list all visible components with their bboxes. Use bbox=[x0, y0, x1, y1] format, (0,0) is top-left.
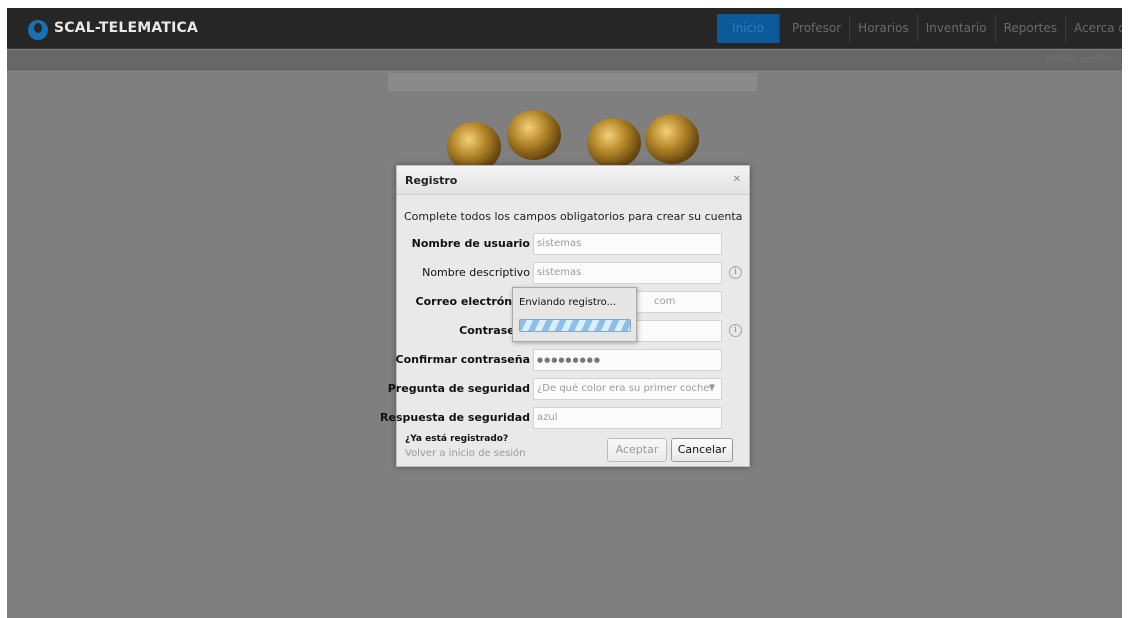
bell-image bbox=[587, 118, 641, 168]
security-answer-label: Respuesta de seguridad bbox=[380, 411, 530, 424]
nav-item-acerca-de[interactable]: Acerca de bbox=[1066, 14, 1122, 43]
cancel-button[interactable]: Cancelar bbox=[671, 438, 733, 462]
dialog-intro: Complete todos los campos obligatorios p… bbox=[404, 210, 743, 223]
back-to-login-link[interactable]: Volver a inicio de sesión bbox=[405, 448, 526, 459]
close-icon[interactable]: ✕ bbox=[733, 174, 741, 185]
display-name-label: Nombre descriptivo bbox=[422, 266, 530, 279]
security-answer-row: Respuesta de seguridad azul bbox=[380, 407, 751, 429]
security-question-select[interactable]: ¿De qué color era su primer coche? ▼ bbox=[533, 378, 722, 400]
chevron-down-icon[interactable]: ▼ bbox=[709, 383, 715, 392]
accept-button[interactable]: Aceptar bbox=[607, 438, 667, 462]
nav-item-profesor[interactable]: Profesor bbox=[784, 14, 851, 43]
confirm-password-row: Confirmar contraseña ●●●●●●●●● bbox=[395, 349, 751, 371]
bell-image bbox=[645, 114, 699, 164]
nav-item-inicio[interactable]: Inicio bbox=[717, 14, 780, 43]
loading-popup: Enviando registro... bbox=[512, 287, 637, 342]
brand-logo-icon bbox=[28, 20, 48, 40]
progress-bar bbox=[519, 319, 631, 332]
already-registered-text: ¿Ya está registrado? bbox=[405, 434, 509, 444]
username-label: Nombre de usuario bbox=[411, 237, 530, 250]
bell-image bbox=[507, 110, 561, 160]
security-question-row: Pregunta de seguridad ¿De qué color era … bbox=[388, 378, 751, 400]
loading-text: Enviando registro... bbox=[519, 297, 617, 308]
nav-menu: Inicio Profesor Horarios Inventario Repo… bbox=[717, 14, 1122, 43]
display-name-row: Nombre descriptivo sistemas i bbox=[397, 262, 751, 284]
app-window: SCAL-TELEMATICA Inicio Profesor Horarios… bbox=[7, 8, 1122, 618]
brand-name: SCAL-TELEMATICA bbox=[54, 20, 199, 36]
username-field[interactable]: sistemas bbox=[533, 233, 722, 255]
nav-item-horarios[interactable]: Horarios bbox=[850, 14, 918, 43]
confirm-password-label: Confirmar contraseña bbox=[395, 353, 530, 366]
security-question-value: ¿De qué color era su primer coche? bbox=[537, 383, 715, 394]
security-question-label: Pregunta de seguridad bbox=[387, 382, 530, 395]
confirm-password-field[interactable]: ●●●●●●●●● bbox=[533, 349, 722, 371]
dialog-title: Registro bbox=[405, 174, 458, 187]
nav-item-reportes[interactable]: Reportes bbox=[996, 14, 1067, 43]
info-icon[interactable]: i bbox=[729, 266, 742, 279]
sub-bar: Iniciar sesión bbox=[7, 50, 1122, 70]
login-link[interactable]: Iniciar sesión bbox=[1046, 54, 1112, 65]
display-name-field[interactable]: sistemas bbox=[533, 262, 722, 284]
nav-item-inventario[interactable]: Inventario bbox=[918, 14, 996, 43]
info-icon[interactable]: i bbox=[729, 324, 742, 337]
security-answer-field[interactable]: azul bbox=[533, 407, 722, 429]
dialog-header: Registro ✕ bbox=[397, 166, 749, 195]
navbar: SCAL-TELEMATICA Inicio Profesor Horarios… bbox=[7, 8, 1122, 49]
username-row: Nombre de usuario sistemas bbox=[397, 233, 751, 255]
banner-strip bbox=[388, 73, 757, 91]
